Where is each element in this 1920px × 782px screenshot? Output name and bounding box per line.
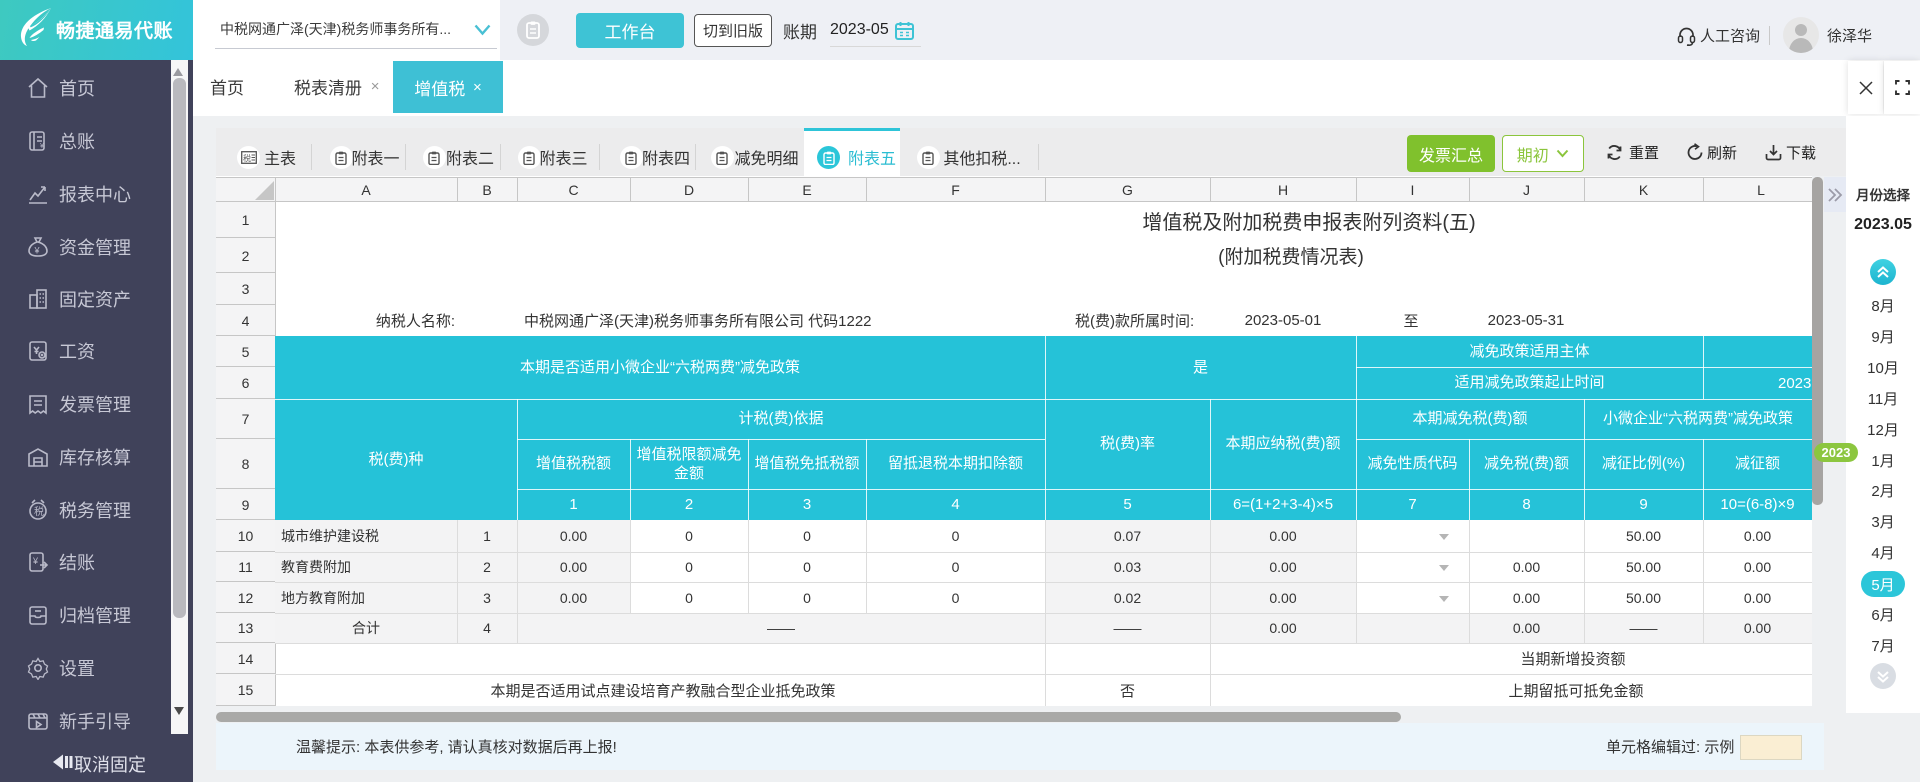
svg-text:¥: ¥ xyxy=(40,143,44,150)
svg-text:税: 税 xyxy=(34,505,44,518)
svg-text:¥: ¥ xyxy=(32,556,39,566)
svg-text:税: 税 xyxy=(243,153,251,163)
svg-text:¥: ¥ xyxy=(34,245,41,255)
